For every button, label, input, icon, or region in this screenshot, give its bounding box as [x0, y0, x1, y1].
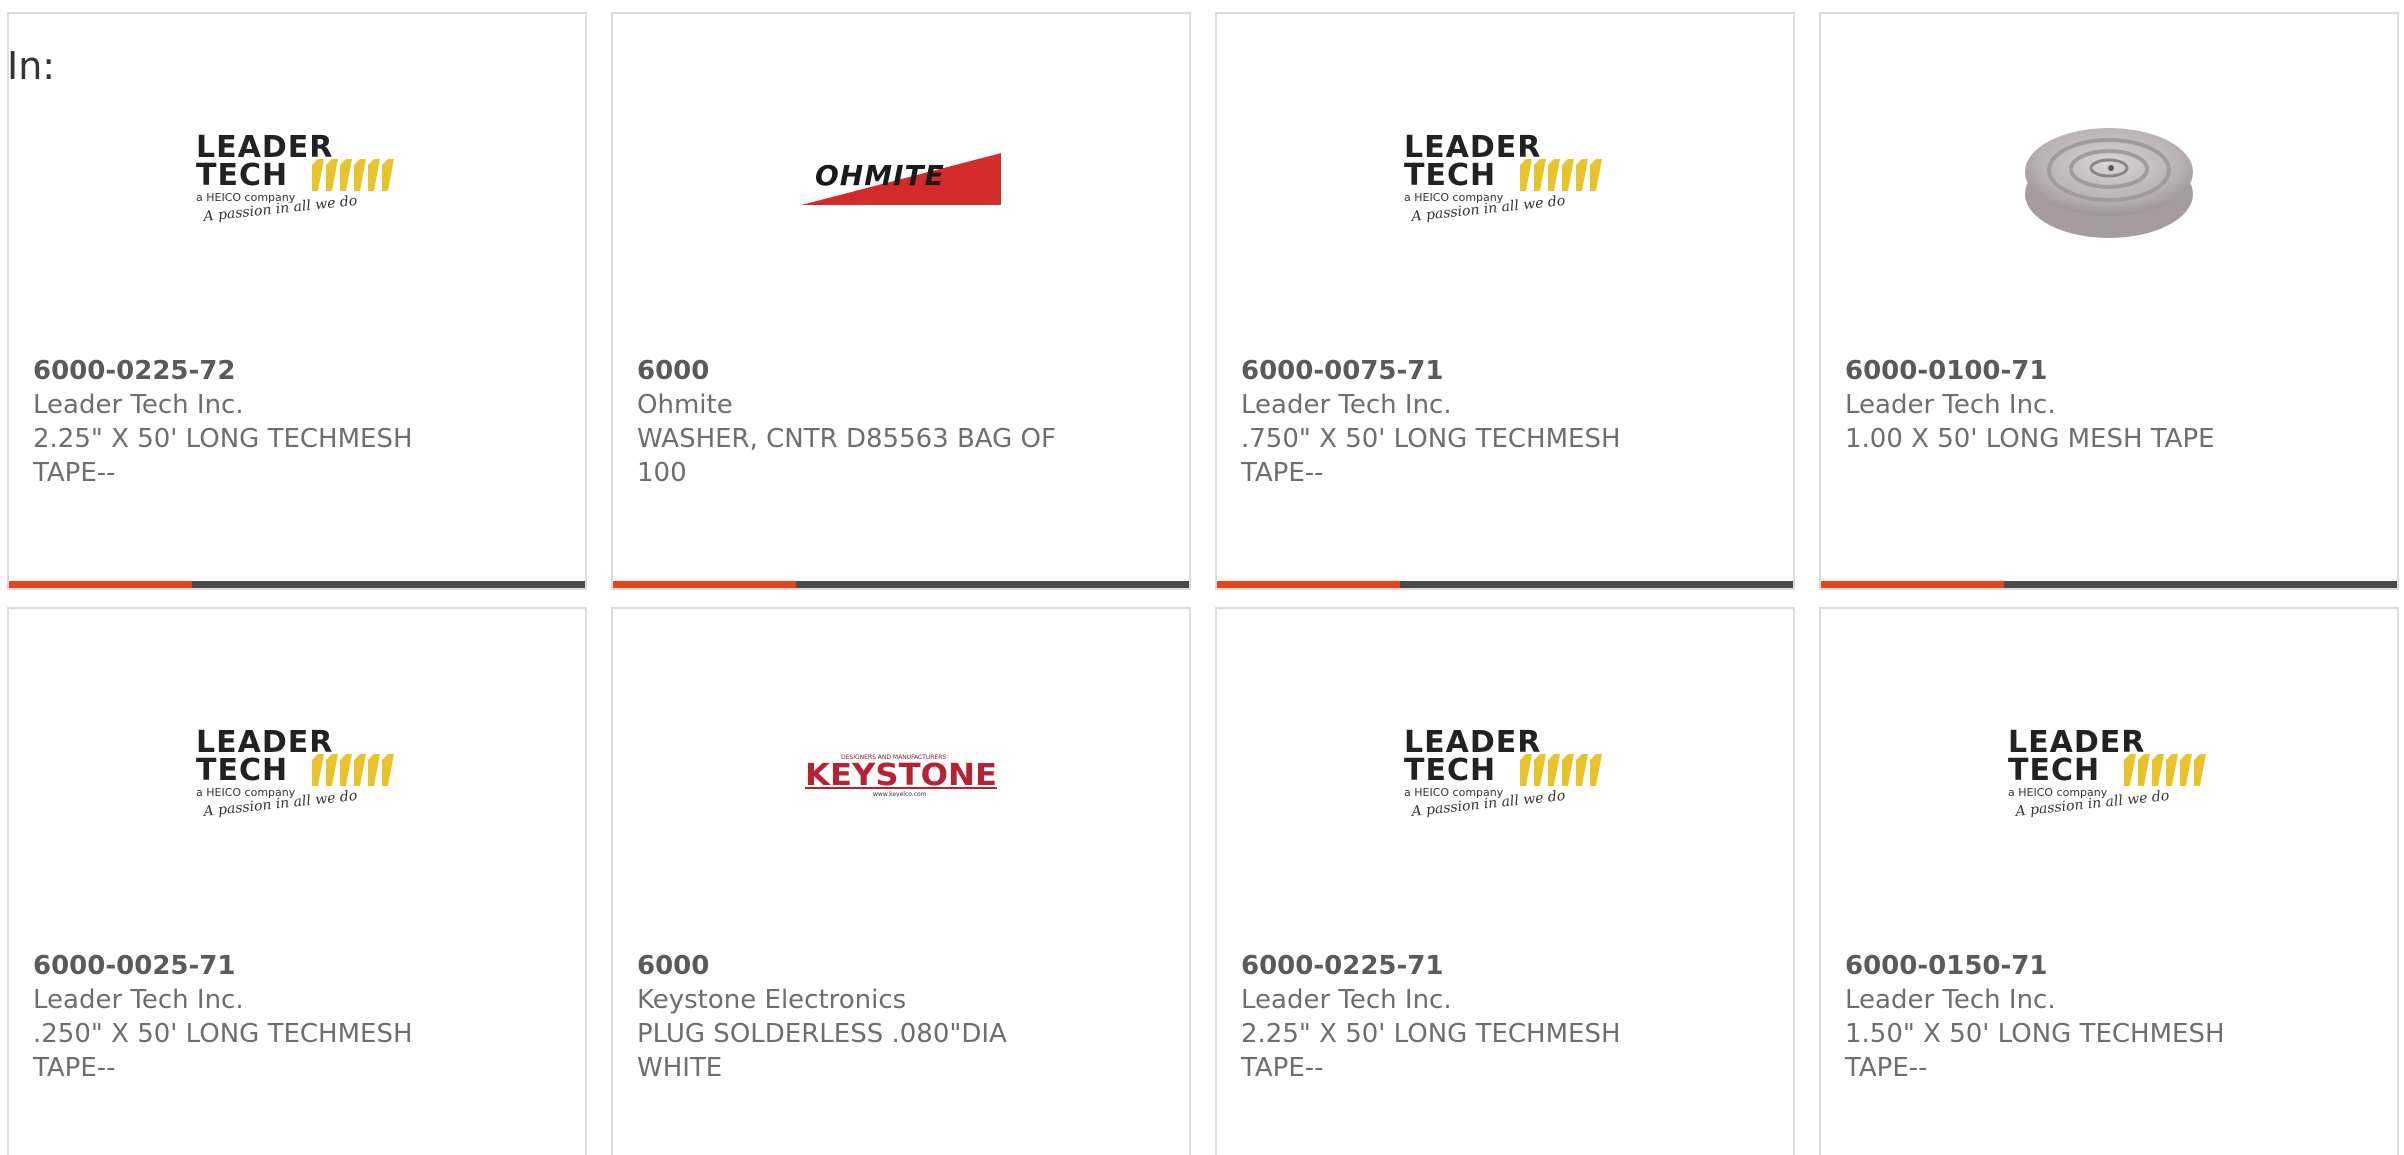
product-image: LEADER TECH a HEICO company A passion in… — [9, 609, 585, 939]
part-number[interactable]: 6000 — [637, 949, 1057, 983]
card-accent-bar — [1821, 581, 2397, 588]
mesh-tape-roll-icon — [2025, 128, 2193, 238]
description: 1.00 X 50' LONG MESH TAPE — [1845, 424, 2215, 454]
product-image: LEADER TECH a HEICO company A passion in… — [1821, 609, 2397, 939]
svg-text:TECH: TECH — [1404, 158, 1496, 193]
product-info: 6000-0225-72 Leader Tech Inc. 2.25" X 50… — [33, 354, 453, 490]
filter-in-label: In: — [7, 44, 56, 88]
card-accent-bar — [9, 581, 585, 588]
product-card[interactable]: LEADER TECH a HEICO company A passion in… — [1819, 607, 2399, 1155]
description: 2.25" X 50' LONG TECHMESH TAPE-- — [33, 424, 413, 488]
product-image — [1821, 14, 2397, 344]
product-card[interactable]: LEADER TECH a HEICO company A passion in… — [7, 607, 587, 1155]
description: .250" X 50' LONG TECHMESH TAPE-- — [33, 1019, 413, 1083]
product-card[interactable]: OHMITE 6000 Ohmite WASHER, CNTR D85563 B… — [611, 12, 1191, 590]
ohmite-logo-icon: OHMITE — [801, 153, 1001, 205]
description: 2.25" X 50' LONG TECHMESH TAPE-- — [1241, 1019, 1621, 1083]
manufacturer: Leader Tech Inc. — [1845, 985, 2056, 1015]
part-number[interactable]: 6000-0150-71 — [1845, 949, 2265, 983]
manufacturer: Keystone Electronics — [637, 985, 907, 1015]
product-info: 6000-0100-71 Leader Tech Inc. 1.00 X 50'… — [1845, 354, 2265, 456]
svg-text:TECH: TECH — [2008, 753, 2100, 788]
manufacturer: Leader Tech Inc. — [1845, 390, 2056, 420]
description: 1.50" X 50' LONG TECHMESH TAPE-- — [1845, 1019, 2225, 1083]
svg-text:TECH: TECH — [196, 158, 288, 193]
part-number[interactable]: 6000-0025-71 — [33, 949, 453, 983]
card-accent-bar — [613, 581, 1189, 588]
product-image: DESIGNERS AND MANUFACTURERS KEYSTONE www… — [613, 609, 1189, 939]
leader-tech-logo-icon: LEADER TECH a HEICO company A passion in… — [196, 726, 394, 820]
product-card[interactable]: LEADER TECH a HEICO company A passion in… — [1215, 607, 1795, 1155]
product-image: LEADER TECH a HEICO company A passion in… — [1217, 609, 1793, 939]
part-number[interactable]: 6000-0225-72 — [33, 354, 453, 388]
manufacturer: Leader Tech Inc. — [1241, 985, 1452, 1015]
product-info: 6000-0225-71 Leader Tech Inc. 2.25" X 50… — [1241, 949, 1661, 1085]
manufacturer: Leader Tech Inc. — [33, 985, 244, 1015]
manufacturer: Leader Tech Inc. — [1241, 390, 1452, 420]
svg-text:www.keyelco.com: www.keyelco.com — [873, 791, 927, 797]
description: WASHER, CNTR D85563 BAG OF 100 — [637, 424, 1056, 488]
product-info: 6000-0075-71 Leader Tech Inc. .750" X 50… — [1241, 354, 1661, 490]
product-info: 6000 Keystone Electronics PLUG SOLDERLES… — [637, 949, 1057, 1085]
leader-tech-logo-icon: LEADER TECH a HEICO company A passion in… — [1404, 131, 1602, 225]
svg-text:TECH: TECH — [1404, 753, 1496, 788]
part-number[interactable]: 6000-0100-71 — [1845, 354, 2265, 388]
part-number[interactable]: 6000-0225-71 — [1241, 949, 1661, 983]
product-card[interactable]: LEADER TECH a HEICO company A passion in… — [7, 12, 587, 590]
product-card[interactable]: DESIGNERS AND MANUFACTURERS KEYSTONE www… — [611, 607, 1191, 1155]
svg-text:TECH: TECH — [196, 753, 288, 788]
product-info: 6000 Ohmite WASHER, CNTR D85563 BAG OF 1… — [637, 354, 1057, 490]
card-accent-bar — [1217, 581, 1793, 588]
product-image: OHMITE — [613, 14, 1189, 344]
product-info: 6000-0150-71 Leader Tech Inc. 1.50" X 50… — [1845, 949, 2265, 1085]
description: PLUG SOLDERLESS .080"DIA WHITE — [637, 1019, 1007, 1083]
part-number[interactable]: 6000-0075-71 — [1241, 354, 1661, 388]
product-grid: LEADER TECH a HEICO company A passion in… — [7, 12, 2399, 1155]
leader-tech-logo-icon: LEADER TECH a HEICO company A passion in… — [196, 131, 394, 225]
leader-tech-logo-icon: LEADER TECH a HEICO company A passion in… — [1404, 726, 1602, 820]
keystone-logo-icon: DESIGNERS AND MANUFACTURERS KEYSTONE www… — [805, 754, 997, 797]
svg-text:OHMITE: OHMITE — [815, 159, 945, 192]
manufacturer: Leader Tech Inc. — [33, 390, 244, 420]
product-image: LEADER TECH a HEICO company A passion in… — [9, 14, 585, 344]
leader-tech-logo-icon: LEADER TECH a HEICO company A passion in… — [2008, 726, 2206, 820]
description: .750" X 50' LONG TECHMESH TAPE-- — [1241, 424, 1621, 488]
part-number[interactable]: 6000 — [637, 354, 1057, 388]
product-image: LEADER TECH a HEICO company A passion in… — [1217, 14, 1793, 344]
manufacturer: Ohmite — [637, 390, 733, 420]
product-card[interactable]: 6000-0100-71 Leader Tech Inc. 1.00 X 50'… — [1819, 12, 2399, 590]
product-card[interactable]: LEADER TECH a HEICO company A passion in… — [1215, 12, 1795, 590]
search-results-page: In: LEADER TECH a HEICO company A passio… — [0, 0, 2404, 1155]
product-info: 6000-0025-71 Leader Tech Inc. .250" X 50… — [33, 949, 453, 1085]
